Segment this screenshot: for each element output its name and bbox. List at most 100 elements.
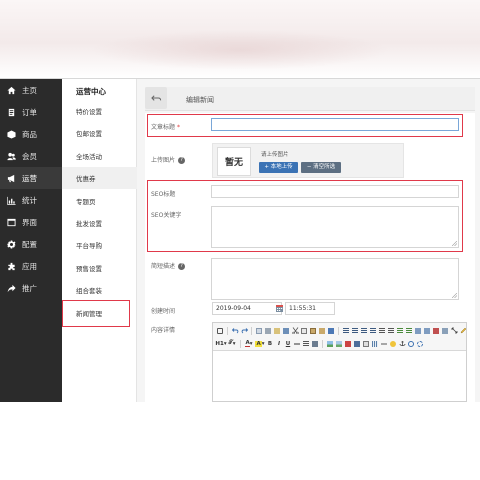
emoticon-icon[interactable]: [389, 339, 397, 348]
select-all-icon[interactable]: [441, 326, 449, 335]
link-icon[interactable]: [407, 339, 415, 348]
source-icon[interactable]: [216, 326, 224, 335]
sidebar-item-members[interactable]: 会员: [0, 145, 62, 167]
submenu-item-wholesale[interactable]: 批发设置: [76, 217, 134, 231]
sidebar-item-statistics[interactable]: 统计: [0, 189, 62, 211]
italic-button[interactable]: I: [275, 339, 283, 348]
created-time-input[interactable]: 11:55:31: [285, 302, 335, 315]
submenu-item-bundles[interactable]: 组合套装: [76, 284, 134, 298]
seo-keywords-label: SEO关键字: [151, 212, 182, 219]
strikethrough-icon[interactable]: [293, 339, 301, 348]
unlink-icon[interactable]: [416, 339, 424, 348]
apps-icon: [6, 261, 16, 271]
code-icon[interactable]: [282, 326, 290, 335]
help-icon[interactable]: ?: [178, 157, 186, 164]
pencil-icon[interactable]: [459, 326, 467, 335]
seo-title-input[interactable]: [211, 185, 459, 198]
multi-image-icon[interactable]: [335, 339, 343, 348]
submenu-item-special-price[interactable]: 特价设置: [76, 105, 134, 119]
resize-handle-icon[interactable]: [452, 241, 457, 246]
created-date-input[interactable]: 2019-09-04: [212, 302, 282, 315]
submenu-title: 运营中心: [76, 87, 106, 96]
submenu-item-coupons[interactable]: 优惠券: [76, 172, 134, 186]
outdent-icon[interactable]: [405, 326, 413, 335]
clear-selection-button[interactable]: − 清空所选: [301, 162, 341, 173]
align-center-icon[interactable]: [351, 326, 359, 335]
rich-text-editor: H1 ▾ 𝒯 ▾ A ▾ A ▾ B I U: [212, 322, 467, 402]
submenu-item-presale[interactable]: 预售设置: [76, 262, 134, 276]
sidebar-item-label: 界面: [22, 217, 37, 227]
heading-button[interactable]: H1 ▾: [215, 339, 226, 348]
superscript-icon[interactable]: [423, 326, 431, 335]
preview-icon[interactable]: [255, 326, 263, 335]
sidebar-item-products[interactable]: 商品: [0, 123, 62, 145]
expand-icon[interactable]: [450, 326, 458, 335]
print-icon[interactable]: [264, 326, 272, 335]
summary-textarea[interactable]: [211, 258, 459, 300]
font-family-button[interactable]: 𝒯 ▾: [227, 339, 237, 348]
sidebar-item-label: 商品: [22, 129, 37, 139]
sidebar-item-label: 配置: [22, 239, 37, 249]
share-icon: [6, 283, 16, 293]
sidebar-item-orders[interactable]: 订单: [0, 101, 62, 123]
copy-icon[interactable]: [300, 326, 308, 335]
font-size-icon[interactable]: [311, 339, 319, 348]
sidebar-item-config[interactable]: 配置: [0, 233, 62, 255]
local-upload-button[interactable]: + 本地上传: [259, 162, 298, 173]
bold-button[interactable]: B: [266, 339, 274, 348]
operations-submenu: 运营中心 特价设置 包邮设置 全场活动 优惠券 专题页 批发设置 平台导购 预售…: [62, 79, 137, 402]
font-color-button[interactable]: A ▾: [244, 339, 254, 348]
template-icon[interactable]: [273, 326, 281, 335]
editor-toolbar: H1 ▾ 𝒯 ▾ A ▾ A ▾ B I U: [213, 323, 466, 351]
paste-text-icon[interactable]: [318, 326, 326, 335]
sidebar-item-promotion[interactable]: 推广: [0, 277, 62, 299]
help-icon[interactable]: ?: [178, 263, 186, 270]
indent-icon[interactable]: [396, 326, 404, 335]
subscript-icon[interactable]: [414, 326, 422, 335]
back-arrow-icon: [150, 94, 161, 101]
sidebar-item-apps[interactable]: 应用: [0, 255, 62, 277]
image-preview: 暂无: [217, 147, 251, 176]
back-button[interactable]: [145, 87, 167, 109]
paste-word-icon[interactable]: [327, 326, 335, 335]
hr-icon[interactable]: [380, 339, 388, 348]
cut-icon[interactable]: [291, 326, 299, 335]
table-icon[interactable]: [371, 339, 379, 348]
media-icon[interactable]: [353, 339, 361, 348]
sidebar-item-label: 运营: [22, 173, 37, 183]
submenu-item-topic-pages[interactable]: 专题页: [76, 195, 134, 209]
redo-icon[interactable]: [240, 326, 248, 335]
title-input[interactable]: [211, 118, 459, 131]
bar-chart-icon: [6, 195, 16, 205]
members-icon: [6, 151, 16, 161]
file-icon[interactable]: [362, 339, 370, 348]
paste-icon[interactable]: [309, 326, 317, 335]
image-icon[interactable]: [326, 339, 334, 348]
sidebar-item-operations[interactable]: 运营: [0, 167, 62, 189]
submenu-item-shopping-guide[interactable]: 平台导购: [76, 239, 134, 253]
sidebar-item-interface[interactable]: 界面: [0, 211, 62, 233]
clear-format-icon[interactable]: [432, 326, 440, 335]
submenu-item-news-management[interactable]: 新闻管理: [76, 307, 134, 321]
sidebar-item-home[interactable]: 主页: [0, 79, 62, 101]
bottom-blank-area: [0, 402, 480, 480]
resize-handle-icon[interactable]: [452, 293, 457, 298]
unordered-list-icon[interactable]: [387, 326, 395, 335]
underline-button[interactable]: U: [284, 339, 292, 348]
seo-keywords-textarea[interactable]: [211, 206, 459, 248]
submenu-item-free-shipping[interactable]: 包邮设置: [76, 127, 134, 141]
align-right-icon[interactable]: [360, 326, 368, 335]
highlight-color-button[interactable]: A ▾: [255, 339, 265, 348]
justify-icon[interactable]: [369, 326, 377, 335]
submenu-item-store-wide-events[interactable]: 全场活动: [76, 150, 134, 164]
anchor-icon[interactable]: [398, 339, 406, 348]
line-height-icon[interactable]: [302, 339, 310, 348]
layout-icon: [6, 217, 16, 227]
ordered-list-icon[interactable]: [378, 326, 386, 335]
flash-icon[interactable]: [344, 339, 352, 348]
calendar-icon[interactable]: [276, 305, 283, 312]
image-upload-area: 暂无 请上传图片 + 本地上传 − 清空所选: [212, 143, 404, 178]
align-left-icon[interactable]: [342, 326, 350, 335]
megaphone-icon: [6, 173, 16, 183]
undo-icon[interactable]: [231, 326, 239, 335]
